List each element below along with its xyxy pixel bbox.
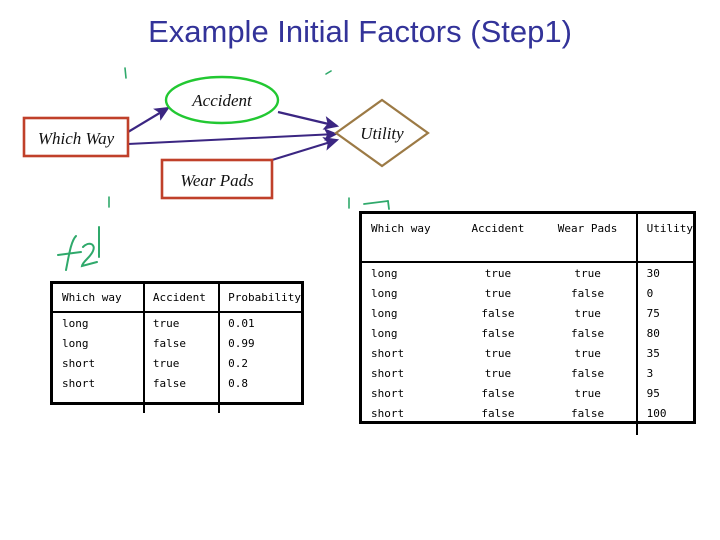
cell-accident: false bbox=[481, 406, 515, 420]
ink-mark-3 bbox=[105, 196, 117, 210]
ink-mark-1 bbox=[122, 66, 136, 80]
diagram-node-which-way-label: Which Way bbox=[38, 129, 115, 148]
column-header-accident: Accident bbox=[143, 284, 221, 313]
table-filler-row bbox=[53, 393, 301, 413]
cell-utility: 0 bbox=[646, 286, 654, 300]
cell-accident: false bbox=[481, 386, 515, 400]
cell-accident: false bbox=[481, 306, 515, 320]
cell-which-way: long bbox=[371, 286, 398, 300]
table-row: short true 0.2 bbox=[53, 353, 301, 373]
diagram-node-utility[interactable]: Utility bbox=[334, 98, 430, 168]
cell-which-way: long bbox=[53, 312, 145, 333]
cell-utility: 100 bbox=[646, 406, 667, 420]
ink-annotation-f2 bbox=[55, 225, 125, 280]
table-row: long true true 30 bbox=[362, 262, 693, 283]
cell-wear-pads: false bbox=[539, 323, 638, 343]
cell-accident: false bbox=[481, 326, 515, 340]
cell-which-way: short bbox=[371, 406, 405, 420]
diagram-node-accident[interactable]: Accident bbox=[164, 75, 280, 125]
cell-utility: 95 bbox=[646, 386, 660, 400]
table-row: short false 0.8 bbox=[53, 373, 301, 393]
cell-which-way: long bbox=[371, 306, 398, 320]
cell-wear-pads: false bbox=[539, 403, 638, 423]
cell-which-way: long bbox=[371, 266, 398, 280]
cell-utility: 3 bbox=[646, 366, 654, 380]
edge-whichway-utility bbox=[127, 128, 338, 145]
influence-diagram: Which Way Accident Wear Pads Utility bbox=[0, 60, 460, 210]
cell-which-way: short bbox=[53, 373, 145, 393]
cell-wear-pads: true bbox=[539, 303, 638, 323]
column-header-which-way: Which way bbox=[53, 284, 145, 313]
cell-accident: true bbox=[484, 346, 512, 360]
diagram-node-wear-pads[interactable]: Wear Pads bbox=[160, 158, 274, 200]
ink-mark-2 bbox=[324, 68, 336, 80]
edge-whichway-accident bbox=[127, 106, 170, 133]
table-row: short true true 35 bbox=[362, 343, 693, 363]
column-header-probability: Probability bbox=[219, 284, 301, 313]
page-title: Example Initial Factors (Step1) bbox=[148, 14, 572, 49]
cell-which-way: short bbox=[53, 353, 145, 373]
cell-probability: 0.01 bbox=[228, 316, 255, 330]
edge-wearpads-utility bbox=[271, 137, 340, 162]
cell-utility: 30 bbox=[646, 266, 660, 280]
table-row: long false false 80 bbox=[362, 323, 693, 343]
cell-accident: true bbox=[143, 353, 221, 373]
cell-utility: 75 bbox=[646, 306, 660, 320]
edge-accident-utility bbox=[277, 110, 340, 130]
diagram-node-wear-pads-label: Wear Pads bbox=[180, 171, 254, 190]
cell-accident: true bbox=[484, 366, 512, 380]
cell-wear-pads: false bbox=[539, 283, 638, 303]
cell-probability: 0.99 bbox=[228, 336, 255, 350]
cell-which-way: short bbox=[371, 386, 405, 400]
cell-accident: true bbox=[484, 266, 512, 280]
cell-which-way: long bbox=[53, 333, 145, 353]
cell-which-way: long bbox=[371, 326, 398, 340]
cell-accident: false bbox=[143, 333, 221, 353]
table-filler-row bbox=[362, 423, 693, 435]
cell-probability: 0.2 bbox=[228, 356, 249, 370]
cell-wear-pads: true bbox=[539, 343, 638, 363]
cell-accident: false bbox=[143, 373, 221, 393]
cell-which-way: short bbox=[371, 346, 405, 360]
utility-factor-table: Which way Accident Wear Pads Utility lon… bbox=[359, 211, 696, 435]
table-row: long false true 75 bbox=[362, 303, 693, 323]
cell-accident: true bbox=[484, 286, 512, 300]
column-header-which-way: Which way bbox=[362, 214, 457, 263]
table-row: short true false 3 bbox=[362, 363, 693, 383]
ink-mark-4 bbox=[345, 196, 359, 212]
table-row: short false false 100 bbox=[362, 403, 693, 423]
cell-which-way: short bbox=[371, 366, 405, 380]
cell-wear-pads: false bbox=[539, 363, 638, 383]
table-row: long true false 0 bbox=[362, 283, 693, 303]
table-row: short false true 95 bbox=[362, 383, 693, 403]
diagram-node-which-way[interactable]: Which Way bbox=[22, 116, 130, 158]
column-header-wear-pads: Wear Pads bbox=[539, 214, 638, 263]
cell-wear-pads: true bbox=[539, 262, 638, 283]
cell-utility: 80 bbox=[646, 326, 660, 340]
cell-utility: 35 bbox=[646, 346, 660, 360]
diagram-node-accident-label: Accident bbox=[191, 91, 253, 110]
table-row: long false 0.99 bbox=[53, 333, 301, 353]
diagram-node-utility-label: Utility bbox=[360, 124, 404, 143]
cell-accident: true bbox=[143, 312, 221, 333]
probability-factor-table: Which way Accident Probability long true… bbox=[50, 281, 304, 413]
column-header-accident: Accident bbox=[456, 214, 540, 263]
column-header-utility: Utility bbox=[636, 214, 693, 263]
cell-probability: 0.8 bbox=[228, 376, 249, 390]
table-header-row: Which way Accident Wear Pads Utility bbox=[362, 214, 693, 263]
cell-wear-pads: true bbox=[539, 383, 638, 403]
table-header-row: Which way Accident Probability bbox=[53, 284, 301, 313]
table-row: long true 0.01 bbox=[53, 312, 301, 333]
